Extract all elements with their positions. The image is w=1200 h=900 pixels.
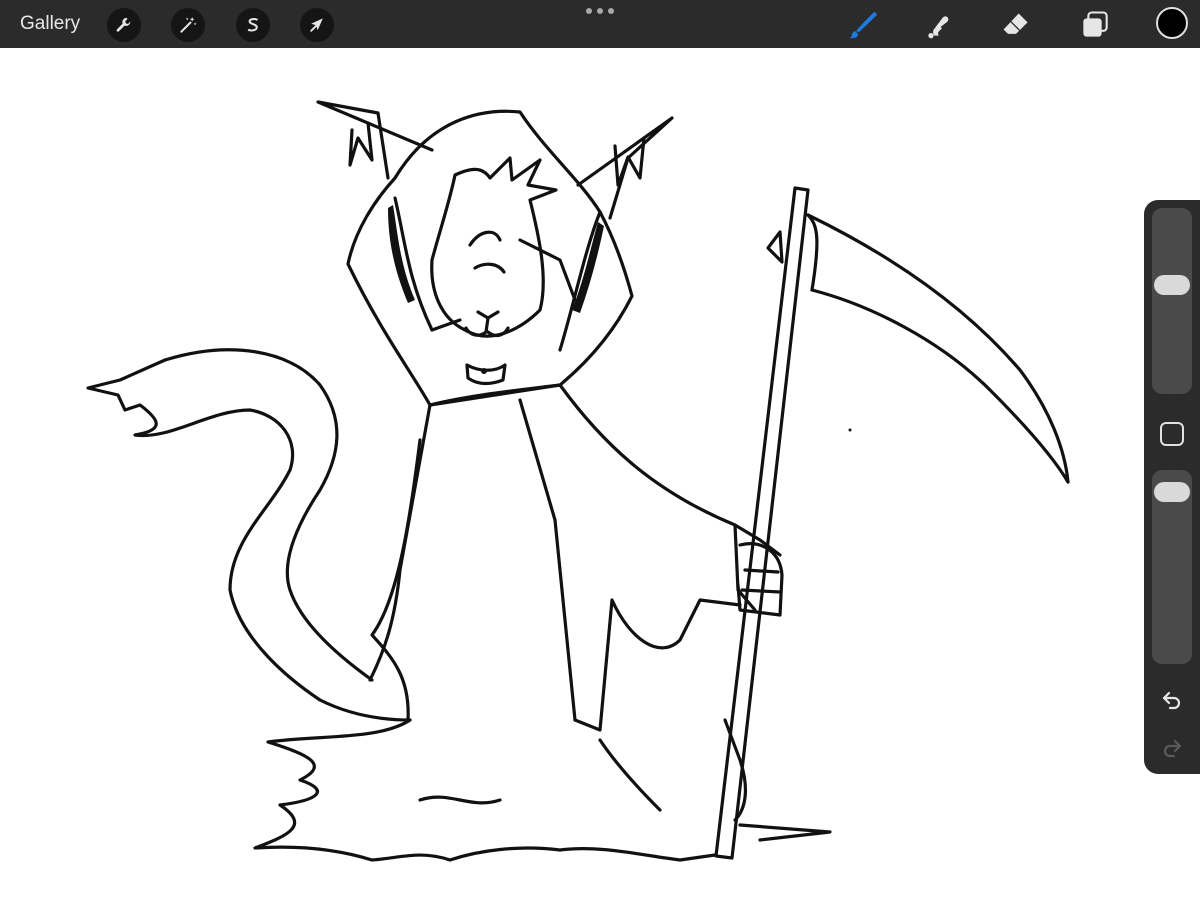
redo-icon <box>1163 739 1182 758</box>
eraser-tool-button[interactable] <box>998 7 1034 43</box>
dot-icon <box>597 8 603 14</box>
brush-size-slider[interactable] <box>1152 208 1192 394</box>
more-options-grabber[interactable] <box>586 7 614 15</box>
gallery-button[interactable]: Gallery <box>20 12 80 36</box>
undo-icon <box>1162 691 1181 710</box>
layers-button[interactable] <box>1077 7 1113 43</box>
layers-icon <box>1083 11 1108 37</box>
brush-opacity-thumb[interactable] <box>1154 482 1190 503</box>
eraser-icon <box>1003 13 1028 34</box>
wrench-icon <box>116 17 131 32</box>
brush-tool-button[interactable] <box>845 7 881 43</box>
adjustments-button[interactable] <box>171 8 205 42</box>
smudge-tool-button[interactable] <box>921 7 957 43</box>
drawing-canvas[interactable] <box>0 48 1200 900</box>
brush-sidebar <box>1144 200 1200 774</box>
top-toolbar: Gallery <box>0 0 1200 48</box>
square-modifier-icon[interactable] <box>1160 422 1184 446</box>
arrow-cursor-icon <box>310 18 323 32</box>
smudge-icon <box>928 16 949 39</box>
undo-button[interactable] <box>1158 686 1186 714</box>
reaper-cat-sketch <box>86 100 1070 862</box>
brush-icon <box>849 11 878 39</box>
brush-opacity-slider[interactable] <box>1152 470 1192 664</box>
dot-icon <box>586 8 592 14</box>
selection-s-icon <box>247 18 258 32</box>
magic-wand-icon <box>180 17 197 33</box>
transform-button[interactable] <box>300 8 334 42</box>
redo-button[interactable] <box>1158 734 1186 762</box>
selection-button[interactable] <box>236 8 270 42</box>
color-picker-button[interactable] <box>1156 7 1188 39</box>
dot-icon <box>608 8 614 14</box>
actions-button[interactable] <box>107 8 141 42</box>
brush-size-thumb[interactable] <box>1154 275 1190 296</box>
